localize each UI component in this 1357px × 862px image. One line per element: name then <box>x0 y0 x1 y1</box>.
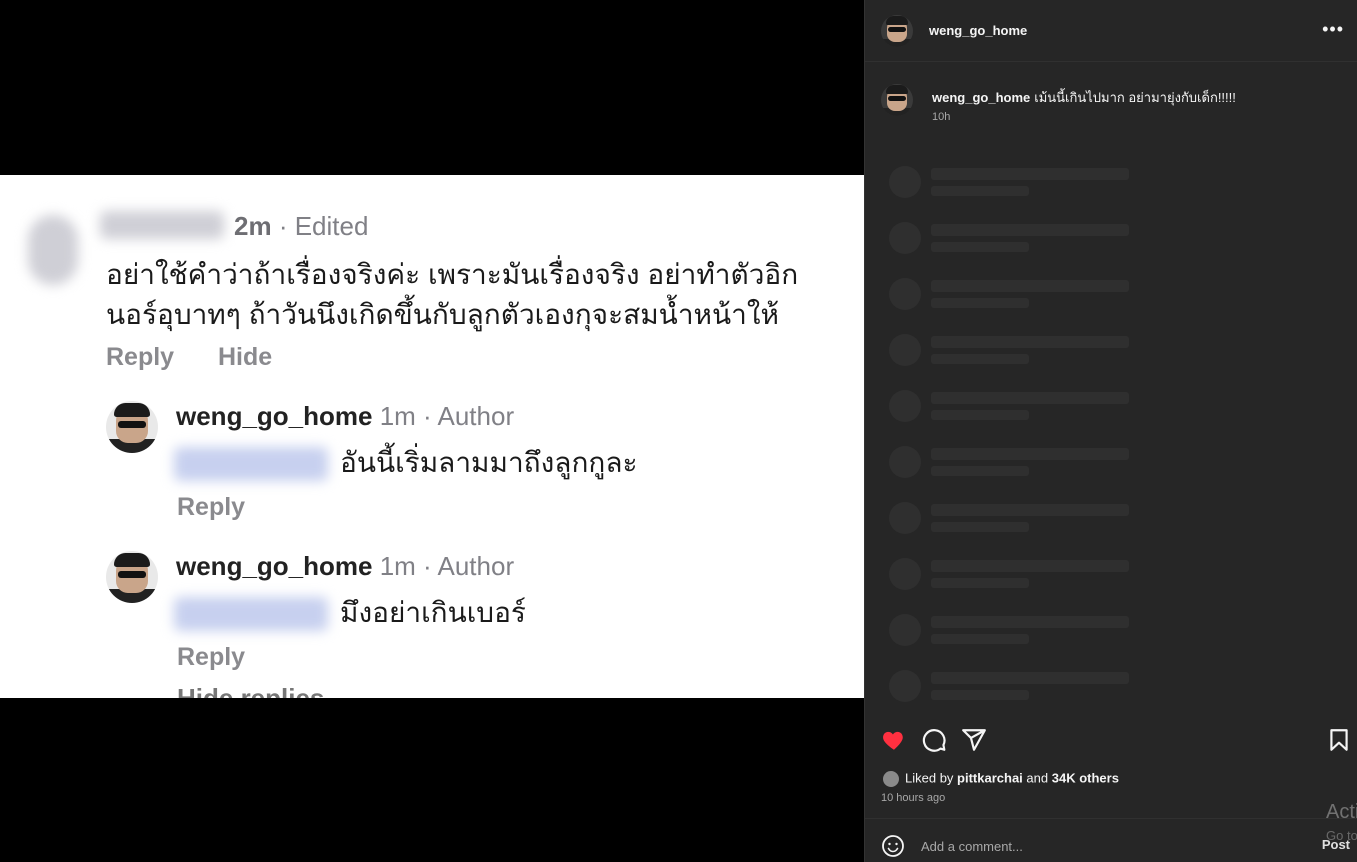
blurred-mention <box>174 447 328 481</box>
watermark-text: Acti <box>1326 801 1357 823</box>
avatar <box>106 401 158 453</box>
avatar <box>106 551 158 603</box>
reply-username: weng_go_home 1m · Author <box>176 551 515 581</box>
more-horizontal-icon[interactable]: ••• <box>1322 20 1344 38</box>
caption-timestamp[interactable]: 10h <box>932 111 950 123</box>
reply-text: อันนี้เริ่มลามมาถึงลูกกูละ <box>340 447 638 478</box>
liker-avatar <box>881 769 901 789</box>
bookmark-icon[interactable] <box>1326 727 1352 753</box>
post-header: weng_go_home ••• <box>865 0 1357 62</box>
comment-skeleton <box>889 334 1189 374</box>
comment-skeleton <box>889 166 1189 206</box>
blurred-username <box>100 211 224 239</box>
emoji-icon[interactable] <box>881 834 905 858</box>
comment-skeleton <box>889 614 1189 654</box>
post-media: 2m · Edited อย่าใช้คำว่าถ้าเรื่องจริงค่ะ… <box>0 0 864 862</box>
comment-skeleton <box>889 222 1189 262</box>
watermark-text: Go to <box>1326 828 1357 843</box>
reply-link: Reply <box>177 493 246 521</box>
comment-icon[interactable] <box>921 727 947 753</box>
avatar[interactable] <box>881 15 913 47</box>
reply-link: Reply <box>106 343 175 371</box>
post-actions <box>865 722 1357 758</box>
comment-skeleton <box>889 558 1189 598</box>
post-caption: weng_go_home เม้นนี้เกินไปมาก อย่ามายุ่งก… <box>932 87 1236 108</box>
comment-skeleton <box>889 670 1189 710</box>
comment-skeleton <box>889 278 1189 318</box>
hide-link: Hide <box>218 343 273 371</box>
comment-bar: Post <box>865 818 1357 862</box>
avatar[interactable] <box>881 84 913 116</box>
comment-text-line-2: นอร์อุบาทๆ ถ้าวันนึงเกิดขึ้นกับลูกตัวเอง… <box>106 299 779 330</box>
caption-text: เม้นนี้เกินไปมาก อย่ามายุ่งกับเด็ก!!!!! <box>1034 90 1236 105</box>
share-icon[interactable] <box>961 727 987 753</box>
reply-username: weng_go_home 1m · Author <box>176 401 515 431</box>
hide-replies-link: Hide replies <box>177 683 325 698</box>
heart-filled-icon[interactable] <box>881 727 907 753</box>
likes-summary[interactable]: Liked by pittkarchai and 34K others <box>881 769 1119 789</box>
blurred-mention <box>174 597 328 631</box>
comment-skeleton <box>889 502 1189 542</box>
screenshot-image: 2m · Edited อย่าใช้คำว่าถ้าเรื่องจริงค่ะ… <box>0 175 864 698</box>
reply-text: มึงอย่าเกินเบอร์ <box>340 597 526 628</box>
comment-text-line-1: อย่าใช้คำว่าถ้าเรื่องจริงค่ะ เพราะมันเรื… <box>106 259 799 290</box>
header-username[interactable]: weng_go_home <box>929 23 1027 38</box>
comment-input[interactable] <box>921 833 1281 859</box>
post-sidebar: weng_go_home ••• weng_go_home เม้นนี้เกิน… <box>864 0 1357 862</box>
reply-link: Reply <box>177 643 246 671</box>
post-timestamp[interactable]: 10 hours ago <box>881 792 945 804</box>
comment-meta: 2m · Edited <box>234 211 369 241</box>
comment-skeleton <box>889 390 1189 430</box>
caption-username[interactable]: weng_go_home <box>932 90 1030 105</box>
blurred-avatar <box>28 215 78 285</box>
comment-skeleton <box>889 446 1189 486</box>
